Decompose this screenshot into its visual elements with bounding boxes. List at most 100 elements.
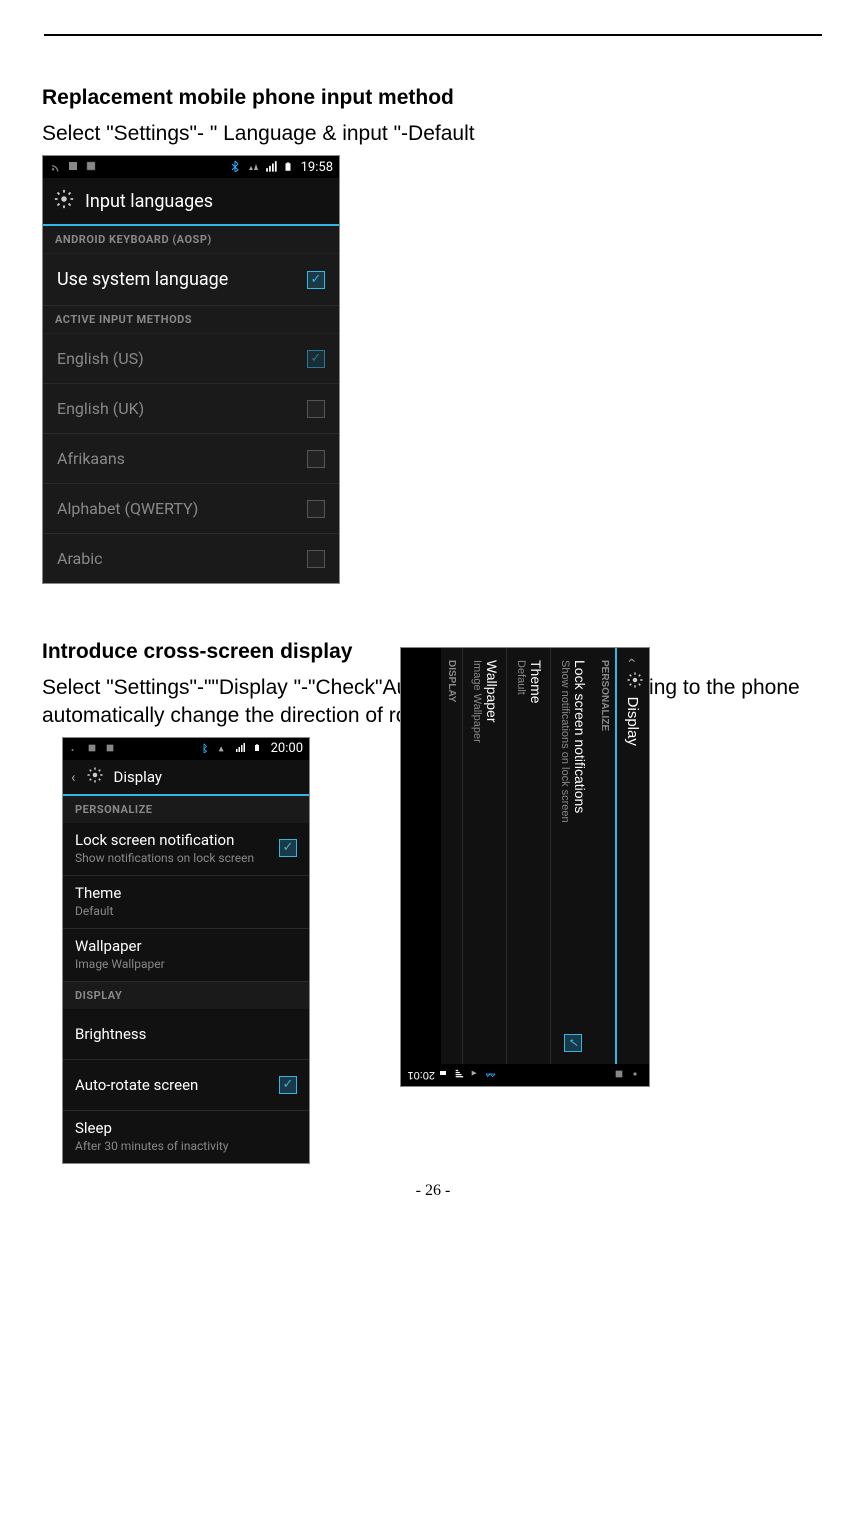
wallpaper-item[interactable]: Wallpaper Image Wallpaper: [462, 648, 506, 1064]
appbar-title: Display: [114, 768, 162, 786]
square-icon-2: [85, 160, 99, 174]
data-icon: [247, 160, 261, 174]
checkbox-icon[interactable]: [307, 271, 325, 289]
signal-icon: [631, 1069, 643, 1081]
wallpaper-item[interactable]: Wallpaper Image Wallpaper: [63, 929, 309, 982]
signal-bars-icon: [235, 742, 249, 756]
section-header-keyboard: ANDROID KEYBOARD (AOSP): [43, 226, 339, 254]
input-method-label: English (US): [57, 349, 144, 368]
signal-bars-icon: [455, 1069, 467, 1081]
input-method-label: Alphabet (QWERTY): [57, 499, 198, 518]
item-title: Lock screen notification: [75, 831, 254, 849]
item-title: Lock screen notifications: [572, 660, 588, 823]
item-title: Wallpaper: [484, 660, 500, 743]
status-bar: 20:00: [63, 738, 309, 760]
item-subtitle: Image Wallpaper: [471, 660, 483, 743]
item-subtitle: Show notifications on lock screen: [75, 851, 254, 865]
checkbox-icon[interactable]: [279, 839, 297, 857]
section-header-personalize: PERSONALIZE: [594, 648, 615, 1064]
theme-item[interactable]: Theme Default: [506, 648, 550, 1064]
input-method-item-afrikaans[interactable]: Afrikaans: [43, 434, 339, 484]
input-method-item-alphabet[interactable]: Alphabet (QWERTY): [43, 484, 339, 534]
checkbox-icon[interactable]: [307, 350, 325, 368]
square-icon: [67, 160, 81, 174]
status-time: 20:00: [271, 741, 303, 756]
page-content: Replacement mobile phone input method Se…: [0, 36, 866, 1200]
status-left: [69, 742, 119, 756]
input-method-item-english-us[interactable]: English (US): [43, 334, 339, 384]
checkbox-icon[interactable]: [279, 1076, 297, 1094]
checkbox-icon[interactable]: [307, 450, 325, 468]
lock-screen-notifications-item[interactable]: Lock screen notifications Show notificat…: [550, 648, 594, 1064]
chevron-left-icon[interactable]: ‹: [625, 658, 641, 663]
signal-icon: [69, 742, 83, 756]
section-header-active: ACTIVE INPUT METHODS: [43, 306, 339, 334]
section-header-display: DISPLAY: [63, 982, 309, 1009]
battery-icon: [439, 1069, 451, 1081]
item-title: Wallpaper: [75, 937, 165, 955]
checkbox-icon[interactable]: [307, 500, 325, 518]
bluetooth-icon: [199, 742, 213, 756]
app-bar[interactable]: Input languages: [43, 178, 339, 226]
input-method-item-arabic[interactable]: Arabic: [43, 534, 339, 583]
section-1-heading: Replacement mobile phone input method: [42, 86, 824, 110]
status-time: 19:58: [301, 160, 333, 175]
use-system-language-label: Use system language: [57, 269, 228, 290]
phone-row: 20:00 ‹ Display PERSONALIZE Lock screen …: [42, 737, 824, 1164]
item-title: Brightness: [75, 1025, 146, 1043]
document-page: Replacement mobile phone input method Se…: [0, 34, 866, 1220]
bluetooth-icon: [229, 160, 243, 174]
app-bar[interactable]: ‹ Display: [615, 648, 649, 1064]
input-method-label: Afrikaans: [57, 449, 125, 468]
status-right: 20:00: [199, 741, 303, 756]
input-method-label: Arabic: [57, 549, 103, 568]
phone-screenshot-display-landscape: ‹ Display PERSONALIZE Lock screen notifi…: [305, 742, 745, 992]
status-time: 20:01: [407, 1069, 435, 1081]
status-left: [49, 160, 99, 174]
item-title: Auto-rotate screen: [75, 1076, 198, 1094]
item-title: Theme: [75, 884, 121, 902]
item-title: Theme: [528, 660, 544, 704]
gear-icon: [53, 188, 75, 214]
item-subtitle: Default: [515, 660, 527, 704]
checkbox-icon[interactable]: [307, 550, 325, 568]
checkbox-icon[interactable]: [307, 400, 325, 418]
battery-icon: [253, 742, 267, 756]
brightness-item[interactable]: Brightness: [63, 1009, 309, 1060]
appbar-title: Display: [625, 697, 642, 746]
status-bar: 19:58: [43, 156, 339, 178]
input-method-label: English (UK): [57, 399, 144, 418]
chevron-left-icon[interactable]: ‹: [71, 768, 76, 786]
sleep-item[interactable]: Sleep After 30 minutes of inactivity: [63, 1111, 309, 1163]
gear-icon: [622, 671, 645, 689]
lock-screen-notification-item[interactable]: Lock screen notification Show notificati…: [63, 823, 309, 876]
auto-rotate-item[interactable]: Auto-rotate screen: [63, 1060, 309, 1111]
item-subtitle: Image Wallpaper: [75, 957, 165, 971]
phone-screenshot-input-languages: 19:58 Input languages ANDROID KEYBOARD (…: [42, 155, 340, 584]
signal-bars-icon: [265, 160, 279, 174]
landscape-body: ‹ Display PERSONALIZE Lock screen notifi…: [401, 648, 649, 1064]
item-subtitle: Show notifications on lock screen: [559, 660, 571, 823]
section-header-display: DISPLAY: [441, 648, 462, 1064]
gear-icon: [86, 766, 104, 788]
data-icon: [471, 1069, 483, 1081]
bluetooth-icon: [487, 1069, 499, 1081]
page-number: - 26 -: [42, 1182, 824, 1200]
item-subtitle: Default: [75, 904, 121, 918]
checkbox-icon[interactable]: [565, 1034, 583, 1052]
use-system-language-item[interactable]: Use system language: [43, 254, 339, 306]
phone-screenshot-display-portrait: 20:00 ‹ Display PERSONALIZE Lock screen …: [62, 737, 310, 1164]
section-header-personalize: PERSONALIZE: [63, 796, 309, 823]
appbar-title: Input languages: [85, 191, 213, 212]
square-icon: [615, 1069, 627, 1081]
signal-icon: [49, 160, 63, 174]
theme-item[interactable]: Theme Default: [63, 876, 309, 929]
battery-icon: [283, 160, 297, 174]
app-bar[interactable]: ‹ Display: [63, 760, 309, 796]
status-right: 19:58: [229, 160, 333, 175]
square-icon: [87, 742, 101, 756]
input-method-item-english-uk[interactable]: English (UK): [43, 384, 339, 434]
item-subtitle: After 30 minutes of inactivity: [75, 1139, 228, 1153]
data-icon: [217, 742, 231, 756]
square-icon-2: [105, 742, 119, 756]
